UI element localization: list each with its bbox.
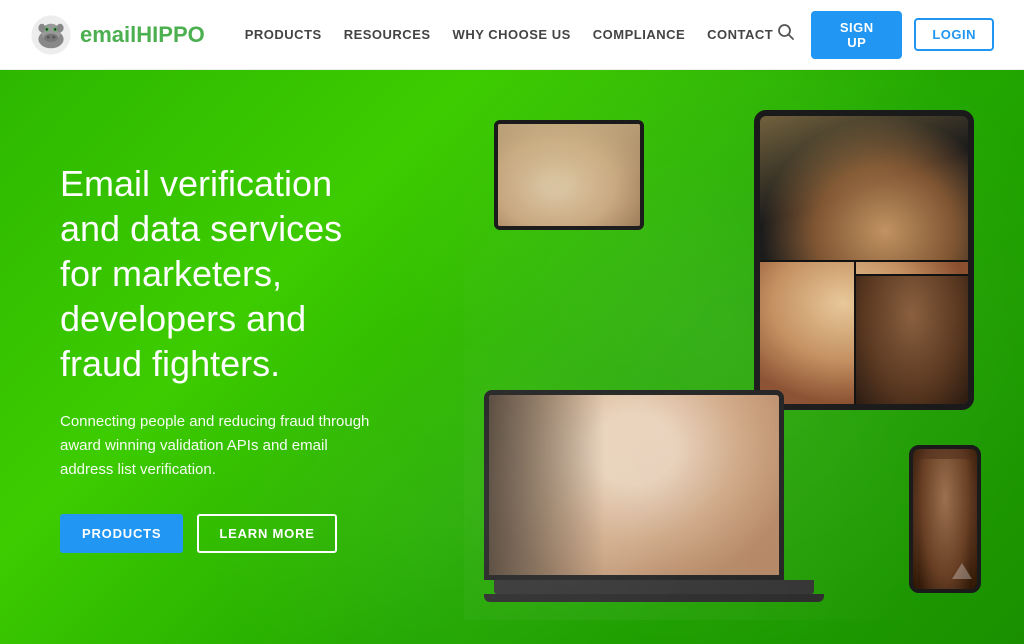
logo-text: emailHIPPO	[80, 22, 205, 48]
nav-products[interactable]: PRODUCTS	[245, 27, 322, 42]
hero-buttons: PRODUCTS LEARN MORE	[60, 514, 370, 553]
signup-button[interactable]: SIGN UP	[811, 11, 902, 59]
hippo-icon	[30, 14, 72, 56]
hero-headline: Email verification and data services for…	[60, 161, 370, 386]
hero-content: Email verification and data services for…	[0, 161, 430, 553]
device-phone	[909, 445, 989, 600]
hero-products-button[interactable]: PRODUCTS	[60, 514, 183, 553]
logo[interactable]: emailHIPPO	[30, 14, 205, 56]
logo-suffix: HIPPO	[136, 22, 204, 47]
nav-contact[interactable]: CONTACT	[707, 27, 773, 42]
hero-subtext: Connecting people and reducing fraud thr…	[60, 410, 370, 482]
main-nav: PRODUCTS RESOURCES WHY CHOOSE US COMPLIA…	[245, 27, 774, 42]
hero-section: Email verification and data services for…	[0, 70, 1024, 644]
hero-learn-button[interactable]: LEARN MORE	[197, 514, 336, 553]
device-laptop	[484, 390, 824, 610]
search-icon	[777, 23, 795, 41]
nav-compliance[interactable]: COMPLIANCE	[593, 27, 685, 42]
login-button[interactable]: LOGIN	[914, 18, 994, 51]
device-small-tablet	[494, 120, 649, 235]
nav-resources[interactable]: RESOURCES	[344, 27, 431, 42]
hero-devices	[464, 100, 994, 620]
search-button[interactable]	[773, 19, 799, 50]
header: emailHIPPO PRODUCTS RESOURCES WHY CHOOSE…	[0, 0, 1024, 70]
device-tablet	[754, 110, 984, 420]
nav-why-choose-us[interactable]: WHY CHOOSE US	[453, 27, 571, 42]
logo-prefix: email	[80, 22, 136, 47]
nav-right: SIGN UP LOGIN	[773, 11, 994, 59]
